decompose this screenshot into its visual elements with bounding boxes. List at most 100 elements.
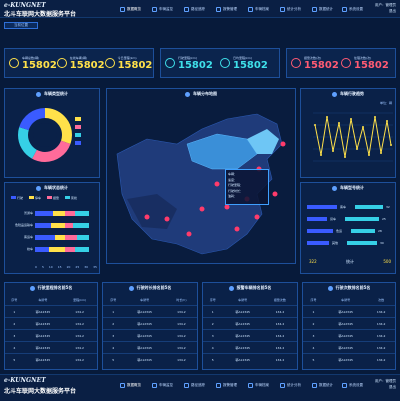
panel-title-text: 车辆类型统计 (44, 91, 68, 96)
table-row[interactable]: 1 鄂A12345 134.2 (203, 305, 297, 318)
nav-label: 车辆档案 (255, 382, 269, 387)
col-header: 序号 (11, 298, 18, 302)
map-pin[interactable] (234, 226, 240, 232)
footer-nav-monitor[interactable]: 车辆监控 (152, 380, 173, 390)
table-row[interactable]: 1 鄂A12345 134.2 (5, 305, 97, 318)
table-row[interactable]: 1 鄂A12345 134.2 (103, 305, 197, 318)
table-row[interactable]: 3 鄂A12345 134.2 (5, 329, 97, 342)
nav-item-archive[interactable]: 车辆档案 (248, 4, 269, 14)
ranking-table: 序号 车牌号 里程(km) 1 鄂A12345 134.2 2 鄂A12345 134.2 … (5, 295, 97, 365)
nav-label: 路径追踪 (191, 6, 205, 11)
nav-label: 报警管理 (223, 382, 237, 387)
brand-logo: e-KUNGNET (4, 2, 46, 9)
footer-nav-stats[interactable]: 数据统计 (312, 380, 333, 390)
table-row[interactable]: 4 鄂A12345 134.2 (5, 341, 97, 354)
bar-label: 危运 (336, 229, 343, 233)
category-label: 校车 (26, 247, 33, 251)
user-menu[interactable]: 用户：管理员 退出 (375, 2, 396, 14)
footer-nav-analysis[interactable]: 统计分析 (280, 380, 301, 390)
stats-icon (312, 6, 317, 12)
panel-title: 车辆状态统计 (5, 183, 99, 193)
legend-item: 离线 (64, 196, 77, 200)
map-pin[interactable] (224, 204, 230, 210)
nav-item-analysis[interactable]: 统计分析 (280, 4, 301, 14)
map-pin[interactable] (272, 191, 278, 197)
map-pin[interactable] (186, 231, 192, 237)
panel-model: 车辆型号统计 客车 32 货车 25 危运 28 其他 30 322 统计 50… (300, 182, 396, 274)
table-row[interactable]: 2 鄂A12345 134.2 (5, 317, 97, 330)
map-pin[interactable] (280, 141, 286, 147)
table-row[interactable]: 5 鄂A12345 134.2 (103, 353, 197, 365)
kpi-mileage: 行驶里程(km) 15802 (165, 56, 220, 71)
cell: 鄂A12345 (123, 329, 166, 342)
table-row[interactable]: 3 鄂A12345 134.2 (103, 329, 197, 342)
map-pin[interactable] (214, 181, 220, 187)
legend-swatch (75, 133, 81, 137)
panel-title-text: 车辆型号统计 (340, 185, 364, 190)
table-panel-mileage: 行驶里程排名前5名 序号 车牌号 里程(km) 1 鄂A12345 134.2 2 鄂A1… (4, 282, 98, 370)
footer-nav-overview[interactable]: 数据概览 (120, 380, 141, 390)
table-row[interactable]: 5 鄂A12345 134.2 (203, 353, 297, 365)
nav-item-monitor[interactable]: 车辆监控 (152, 4, 173, 14)
table-panel-trips: 行驶次数排名前5名 序号 车牌号 次数 1 鄂A12345 134.2 2 鄂A12345… (302, 282, 396, 370)
nav-item-overview[interactable]: 数据概览 (120, 4, 141, 14)
table-row[interactable]: 4 鄂A12345 134.2 (303, 341, 395, 354)
pie-icon (36, 91, 41, 97)
logout-link[interactable]: 退出 (375, 384, 396, 390)
table-row[interactable]: 4 鄂A12345 134.2 (103, 341, 197, 354)
footer-nav-track[interactable]: 路径追踪 (184, 380, 205, 390)
panel-title: 车辆型号统计 (301, 183, 395, 193)
kpi-alarm: 报警次数(次) 15802 (291, 56, 341, 71)
panel-title-text: 车辆状态统计 (44, 185, 68, 190)
map-pin[interactable] (254, 214, 260, 220)
table-row[interactable]: 2 鄂A12345 134.2 (103, 317, 197, 330)
nav-item-alarm[interactable]: 报警管理 (216, 4, 237, 14)
footer-nav-settings[interactable]: 系统设置 (342, 380, 363, 390)
cell: 134.2 (62, 317, 97, 330)
warning-icon (291, 58, 301, 68)
nav-label: 车辆档案 (255, 6, 269, 11)
table-row[interactable]: 2 鄂A12345 134.2 (303, 317, 395, 330)
footer-nav-archive[interactable]: 车辆档案 (248, 380, 269, 390)
map-pin[interactable] (199, 206, 205, 212)
table-row[interactable]: 4 鄂A12345 134.2 (203, 341, 297, 354)
table-row[interactable]: 3 鄂A12345 134.2 (303, 329, 395, 342)
cell: 134.2 (262, 353, 297, 365)
panel-title: 车辆类型统计 (5, 89, 99, 99)
table-row[interactable]: 2 鄂A12345 134.2 (203, 317, 297, 330)
col-header: 序号 (110, 298, 117, 302)
table-row[interactable]: 5 鄂A12345 134.2 (303, 353, 395, 365)
map-pin[interactable] (144, 214, 150, 220)
monitor-icon (152, 6, 157, 12)
cell: 134.2 (165, 305, 197, 318)
line-chart-icon (332, 91, 337, 97)
cell: 3 (103, 329, 124, 342)
cell: 134.2 (62, 341, 97, 354)
nav-item-settings[interactable]: 系统设置 (342, 4, 363, 14)
nav-label: 数据概览 (127, 6, 141, 11)
cell: 鄂A12345 (23, 329, 63, 342)
model-totals: 322 统计 500 (309, 259, 391, 265)
cell: 1 (303, 305, 324, 318)
table-row[interactable]: 3 鄂A12345 134.2 (203, 329, 297, 342)
nav-item-stats[interactable]: 数据统计 (312, 4, 333, 14)
cell: 鄂A12345 (123, 305, 166, 318)
kpi-group-alarms: 报警次数(次) 15802 处理次数(次) 15802 (286, 48, 396, 78)
cell: 134.2 (367, 341, 395, 354)
cell: 134.2 (165, 329, 197, 342)
footer-nav-alarm[interactable]: 报警管理 (216, 380, 237, 390)
kpi-value: 15802 (354, 59, 389, 71)
bar-left (307, 205, 337, 209)
cell: 134.2 (165, 317, 197, 330)
nav-label: 路径追踪 (191, 382, 205, 387)
logout-link[interactable]: 退出 (375, 8, 396, 14)
cell: 5 (5, 353, 24, 365)
cell: 134.2 (62, 353, 97, 365)
axis-tick: 35 (93, 265, 97, 269)
table-row[interactable]: 1 鄂A12345 134.2 (303, 305, 395, 318)
bar-left (307, 229, 333, 233)
table-row[interactable]: 5 鄂A12345 134.2 (5, 353, 97, 365)
footer-user[interactable]: 用户：管理员 退出 (375, 378, 396, 390)
map-pin[interactable] (164, 216, 170, 222)
nav-item-track[interactable]: 路径追踪 (184, 4, 205, 14)
